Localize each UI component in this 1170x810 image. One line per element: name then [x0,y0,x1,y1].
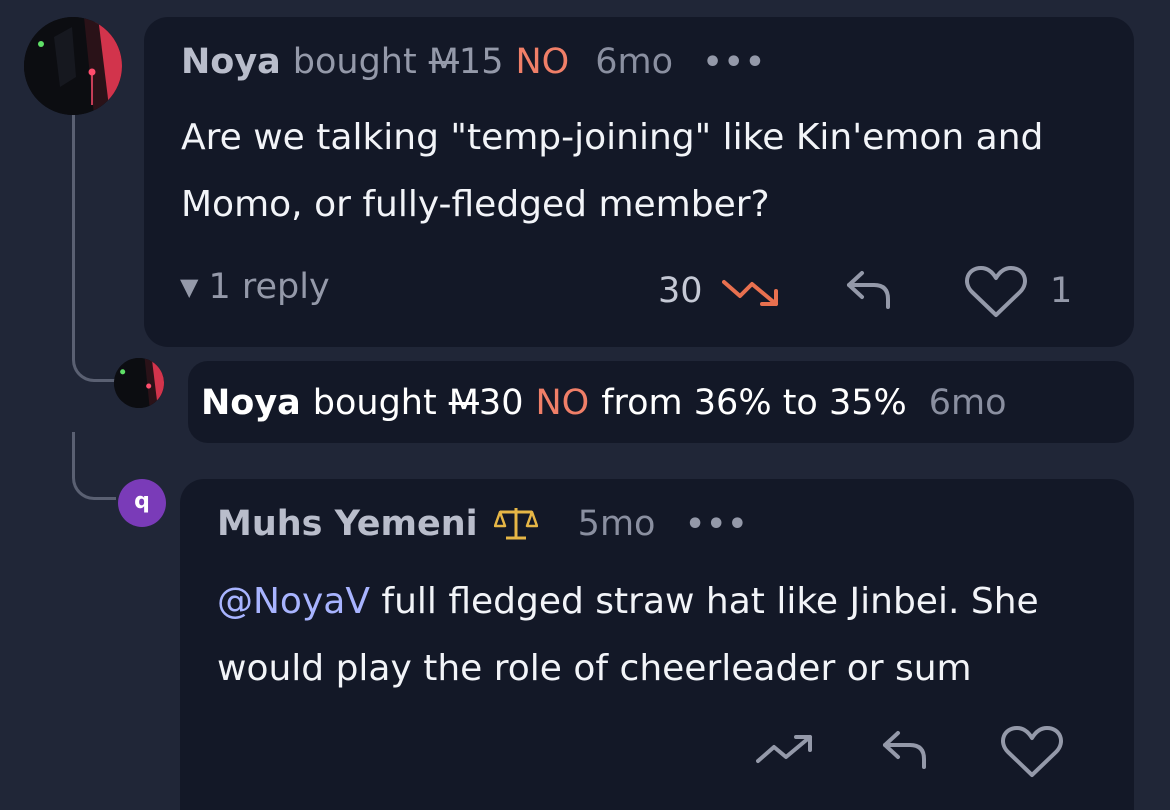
more-dots-icon[interactable]: ••• [685,507,749,542]
comment-text: Are we talking "temp-joining" like Kin'e… [181,117,1044,225]
comment-score: 30 [658,271,703,311]
timestamp[interactable]: 6mo [929,383,1007,423]
replies-toggle[interactable]: ▼ 1 reply [180,267,330,307]
timestamp[interactable]: 5mo [578,504,656,544]
author-name[interactable]: Muhs Yemeni [217,504,478,544]
avatar-image [114,358,164,408]
action-text: bought [312,383,437,423]
heart-icon[interactable] [1000,725,1064,779]
caret-down-icon: ▼ [180,273,199,301]
comment-thread: Noya bought M15 NO 6mo ••• Are we talkin… [0,0,1170,810]
action-text: bought [292,42,417,82]
reply-arrow-icon[interactable] [844,267,894,311]
thread-connector [72,432,116,500]
bet-amount: M15 [428,42,504,82]
probability-change: from 36% to 35% [601,383,907,423]
thread-connector [72,106,116,382]
comment-card: Muhs Yemeni 5mo ••• @NoyaV full fledged … [180,479,1134,810]
avatar[interactable]: q [118,479,166,527]
avatar-image [24,17,122,115]
timestamp[interactable]: 6mo [595,42,673,82]
trending-up-icon[interactable] [756,731,816,767]
outcome-label: NO [515,42,570,82]
reply-arrow-icon[interactable] [880,727,930,771]
avatar[interactable] [24,17,122,115]
mana-symbol: M [428,42,459,82]
comment-text: @NoyaV full fledged straw hat like Jinbe… [217,568,1117,702]
replies-label: 1 reply [208,267,330,307]
user-mention[interactable]: @NoyaV [217,581,370,622]
trending-down-icon[interactable] [722,274,782,310]
trade-card: Noya bought M30 NO from 36% to 35% 6mo [188,361,1134,443]
avatar[interactable] [114,358,164,408]
heart-icon[interactable] [964,265,1028,319]
comment-header: Muhs Yemeni 5mo ••• [217,504,749,544]
scale-icon [493,504,538,544]
comment-header: Noya bought M15 NO 6mo ••• [181,42,767,82]
mana-symbol: M [448,383,479,423]
author-name[interactable]: Noya [181,42,281,82]
outcome-label: NO [535,383,590,423]
more-dots-icon[interactable]: ••• [703,45,767,80]
avatar-letter: q [134,489,150,514]
comment-card: Noya bought M15 NO 6mo ••• Are we talkin… [144,17,1134,347]
bet-amount: M30 [448,383,524,423]
trade-line: Noya bought M30 NO from 36% to 35% 6mo [201,383,1007,423]
like-count: 1 [1050,271,1073,311]
author-name[interactable]: Noya [201,383,301,423]
